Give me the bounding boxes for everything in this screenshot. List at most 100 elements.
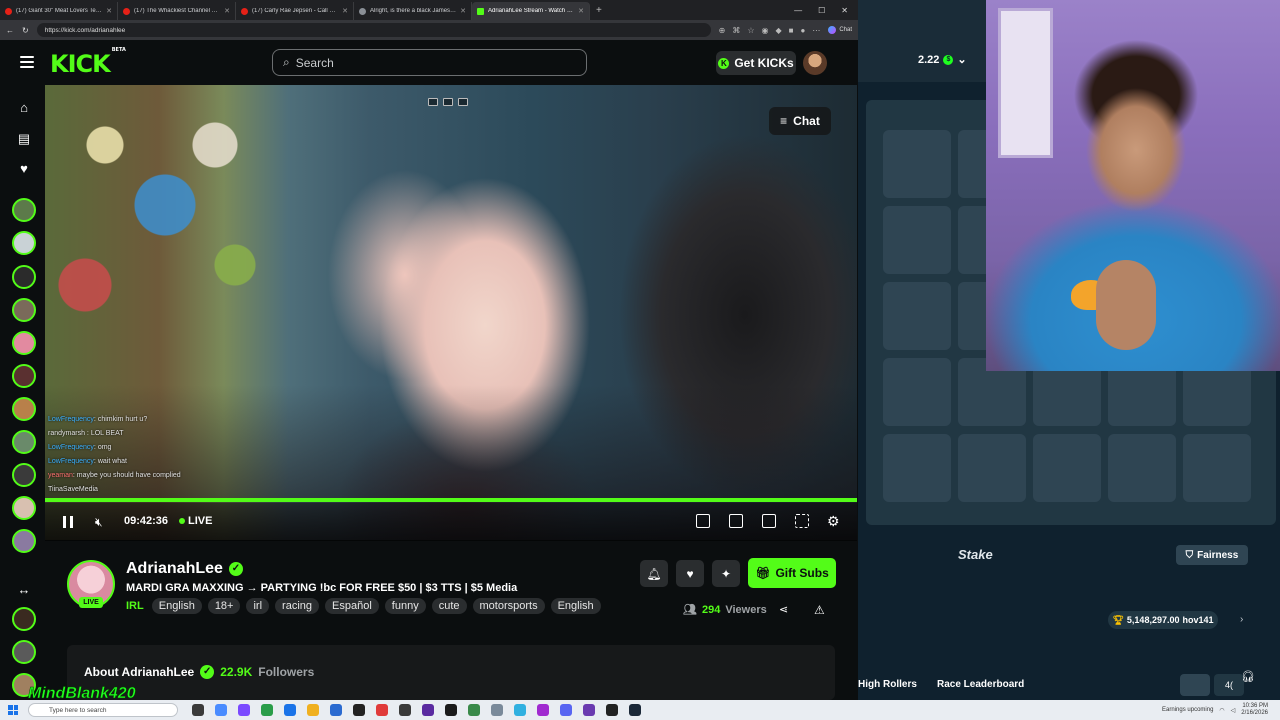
game-tile[interactable] <box>1033 434 1101 502</box>
game-tile[interactable] <box>958 434 1026 502</box>
browser-tab[interactable]: (17) The Whackiest Channel on Yo ✕ <box>118 2 236 20</box>
app-icon[interactable] <box>284 704 296 716</box>
chat-toggle-button[interactable]: ≡ Chat <box>769 107 831 135</box>
followed-channel-avatar[interactable] <box>12 397 36 421</box>
fullscreen-icon[interactable] <box>795 514 809 528</box>
followed-channel-avatar[interactable] <box>12 463 36 487</box>
menu-icon[interactable] <box>20 56 34 68</box>
app-icon[interactable] <box>560 704 572 716</box>
followed-channel-avatar[interactable] <box>12 298 36 322</box>
tag[interactable]: Español <box>325 598 379 614</box>
close-window-icon[interactable]: ✕ <box>841 6 848 15</box>
new-tab-button[interactable]: + <box>596 5 602 16</box>
windows-start-icon[interactable] <box>8 705 18 715</box>
expand-sidebar-icon[interactable]: ↔ <box>16 582 32 598</box>
notifications-bell-button[interactable]: 🔔︎ <box>640 560 668 587</box>
game-tile[interactable] <box>1108 434 1176 502</box>
app-icon[interactable] <box>491 704 503 716</box>
followed-channel-avatar[interactable] <box>12 496 36 520</box>
search-input[interactable]: ⌕ Search <box>272 49 587 76</box>
extension-icon[interactable]: ◉ <box>761 26 768 35</box>
category-link[interactable]: IRL <box>126 600 144 612</box>
taskbar-search-input[interactable]: Type here to search <box>28 703 178 717</box>
app-icon[interactable] <box>445 704 457 716</box>
followed-channel-avatar[interactable] <box>12 640 36 664</box>
followed-channel-avatar[interactable] <box>12 364 36 388</box>
app-icon[interactable] <box>537 704 549 716</box>
tag[interactable]: English <box>550 598 601 614</box>
volume-icon[interactable]: ◁ <box>1231 707 1236 714</box>
tray-note[interactable]: Earnings upcoming <box>1162 707 1213 713</box>
kicks-sparkle-button[interactable]: ✦ <box>712 560 740 587</box>
app-icon[interactable] <box>468 704 480 716</box>
game-tile[interactable] <box>883 130 951 198</box>
extension-icon[interactable]: ■ <box>789 26 794 35</box>
browser-tab-active[interactable]: AdrianahLee Stream - Watch Live ✕ <box>472 2 590 20</box>
tag[interactable]: 18+ <box>207 598 241 614</box>
app-icon[interactable] <box>514 704 526 716</box>
headset-icon[interactable]: 🎧︎ <box>1241 670 1255 683</box>
app-icon[interactable] <box>399 704 411 716</box>
app-icon[interactable] <box>422 704 434 716</box>
followed-channel-avatar[interactable] <box>12 231 36 255</box>
app-icon[interactable] <box>376 704 388 716</box>
wallet-balance[interactable]: 2.22 $ ⌄ <box>918 53 967 67</box>
tag[interactable]: funny <box>384 598 426 614</box>
screenshot-icon[interactable] <box>443 98 453 106</box>
game-tile[interactable] <box>883 434 951 502</box>
progress-track[interactable] <box>45 498 857 502</box>
tag[interactable]: English <box>151 598 202 614</box>
app-icon[interactable] <box>238 704 250 716</box>
followed-channel-avatar[interactable] <box>12 607 36 631</box>
fairness-button[interactable]: ⛉ Fairness <box>1176 545 1248 565</box>
browser-tab[interactable]: Alright, is there a black James Bon ✕ <box>354 2 472 20</box>
followed-channel-avatar[interactable] <box>12 331 36 355</box>
tab-race-leaderboard[interactable]: Race Leaderboard <box>937 679 1024 690</box>
app-icon[interactable] <box>261 704 273 716</box>
minimize-icon[interactable]: — <box>794 6 802 15</box>
zoom-icon[interactable]: ⊕ <box>719 26 726 35</box>
tag[interactable]: motorsports <box>472 598 545 614</box>
copilot-chat-button[interactable]: Chat <box>828 26 852 34</box>
close-tab-icon[interactable]: ✕ <box>224 7 230 15</box>
followed-channel-avatar[interactable] <box>12 529 36 553</box>
close-tab-icon[interactable]: ✕ <box>578 7 584 15</box>
get-kicks-button[interactable]: K Get KICKs <box>716 51 796 75</box>
video-player[interactable]: ≡ Chat LowFrequency: chimkim hurt u? rand… <box>45 85 857 540</box>
tag[interactable]: racing <box>275 598 320 614</box>
clip-icon[interactable] <box>428 98 438 106</box>
game-tile[interactable] <box>883 358 951 426</box>
back-icon[interactable]: ← <box>6 26 14 35</box>
close-tab-icon[interactable]: ✕ <box>342 7 348 15</box>
theater-mode-icon[interactable] <box>762 514 776 528</box>
tab-high-rollers[interactable]: High Rollers <box>858 679 917 690</box>
app-icon[interactable] <box>629 704 641 716</box>
followed-channel-avatar[interactable] <box>12 430 36 454</box>
channel-name[interactable]: AdrianahLee <box>126 560 223 578</box>
settings-gear-icon[interactable]: ⚙ <box>827 513 840 530</box>
share-icon[interactable]: ⋖ <box>779 603 788 616</box>
mini-player-icon[interactable] <box>729 514 743 528</box>
close-tab-icon[interactable]: ✕ <box>460 7 466 15</box>
kick-logo[interactable]: KICK BETA <box>50 47 126 78</box>
tag[interactable]: cute <box>431 598 467 614</box>
app-icon[interactable] <box>583 704 595 716</box>
url-field[interactable]: https://kick.com/adrianahlee <box>36 23 711 37</box>
followed-channel-avatar[interactable] <box>12 265 36 289</box>
app-icon[interactable] <box>192 704 204 716</box>
game-tile[interactable] <box>883 206 951 274</box>
game-tile[interactable] <box>883 282 951 350</box>
follow-heart-button[interactable]: ♥ <box>676 560 704 587</box>
app-icon[interactable] <box>353 704 365 716</box>
race-pill[interactable]: 🏆︎ 5,148,297.00 hov141 <box>1108 611 1218 629</box>
app-icon[interactable] <box>215 704 227 716</box>
app-icon[interactable] <box>606 704 618 716</box>
browse-icon[interactable]: ▤ <box>16 131 32 147</box>
home-icon[interactable]: ⌂ <box>16 100 32 116</box>
report-warning-icon[interactable]: ⚠ <box>814 603 825 617</box>
following-heart-icon[interactable]: ♥ <box>16 161 32 177</box>
refresh-icon[interactable]: ↻ <box>22 26 29 35</box>
translate-icon[interactable]: ⌘ <box>732 26 740 35</box>
followed-channel-avatar[interactable] <box>12 198 36 222</box>
wifi-icon[interactable]: ◠ <box>1219 707 1224 714</box>
